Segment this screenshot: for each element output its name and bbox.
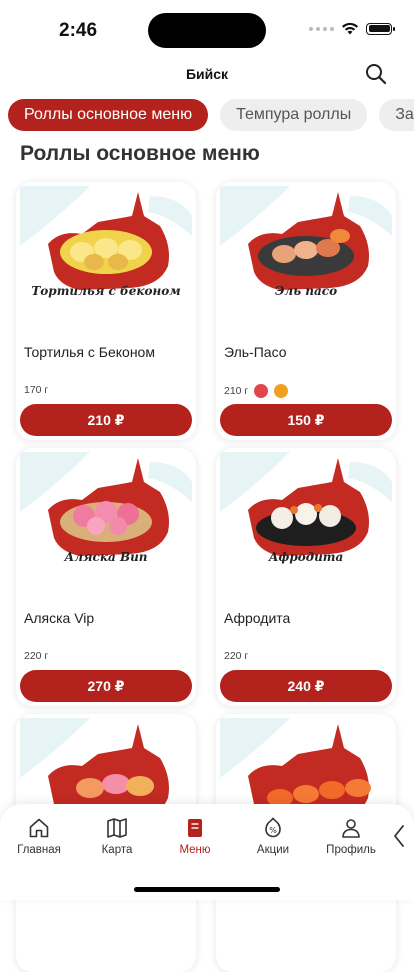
chevron-left-icon[interactable] [392,824,406,848]
profile-icon [342,819,360,838]
tab-rolls-main[interactable]: Роллы основное меню [8,99,209,131]
category-tabs-container: Роллы основное меню Темпура роллы Запече… [0,0,414,140]
baked-badge-icon [274,384,289,398]
product-caption: Афродита [268,550,344,564]
product-image: Эль пасо [220,186,392,314]
spicy-badge-icon [254,384,269,398]
product-card[interactable]: Аляска Вип Аляска Vip 220 г 270 ₽ [16,448,196,706]
tab-profile[interactable]: Профиль [312,816,390,856]
product-name: Афродита [224,610,291,626]
bottom-tab-bar: Главная Карта Меню % Акции Профиль [0,804,414,900]
price-button[interactable]: 270 ₽ [20,670,192,702]
product-image: Афродита [220,452,392,580]
product-weight: 210 г [224,384,289,398]
category-tabs[interactable]: Роллы основное меню Темпура роллы Запече… [8,99,414,131]
product-caption: Тортилья с беконом [31,284,181,298]
tab-label: Акции [256,844,290,856]
product-name: Аляска Vip [24,610,95,626]
price-button[interactable]: 150 ₽ [220,404,392,436]
tab-map[interactable]: Карта [78,816,156,856]
home-icon [29,818,49,838]
tab-label: Главная [17,844,61,856]
product-weight-text: 220 г [24,650,49,662]
section-title: Роллы основное меню [20,142,260,165]
product-card[interactable]: Эль пасо Эль-Пасо 210 г 150 ₽ [216,182,396,440]
product-card[interactable]: Тортилья с беконом Тортилья с Беконом 17… [16,182,196,440]
tab-home[interactable]: Главная [0,816,78,856]
svg-text:%: % [269,826,277,835]
product-weight-text: 170 г [24,384,49,396]
product-weight: 220 г [24,650,48,662]
product-card[interactable]: Афродита Афродита 220 г 240 ₽ [216,448,396,706]
tab-tempura-rolls[interactable]: Темпура роллы [220,99,368,131]
tab-label: Меню [179,844,211,856]
tab-label: Профиль [326,844,376,856]
product-weight: 220 г [224,650,248,662]
product-image: Аляска Вип [20,452,192,580]
price-button[interactable]: 240 ₽ [220,670,392,702]
tab-menu[interactable]: Меню [156,816,234,856]
product-weight-text: 220 г [224,650,249,662]
discount-icon: % [265,817,281,838]
tab-promotions[interactable]: % Акции [234,816,312,856]
product-caption: Эль пасо [274,284,338,298]
product-weight-text: 210 г [224,385,249,397]
tab-label: Карта [101,844,133,856]
product-image: Тортилья с беконом [20,186,192,314]
product-name: Эль-Пасо [224,344,287,360]
product-caption: Аляска Вип [64,550,148,564]
menu-book-icon [188,819,202,837]
map-icon [107,818,127,838]
price-button[interactable]: 210 ₽ [20,404,192,436]
tab-baked-rolls[interactable]: Запеченные роллы [379,99,414,131]
product-name: Тортилья с Беконом [24,344,155,360]
product-weight: 170 г [24,384,48,396]
home-indicator [134,887,280,892]
